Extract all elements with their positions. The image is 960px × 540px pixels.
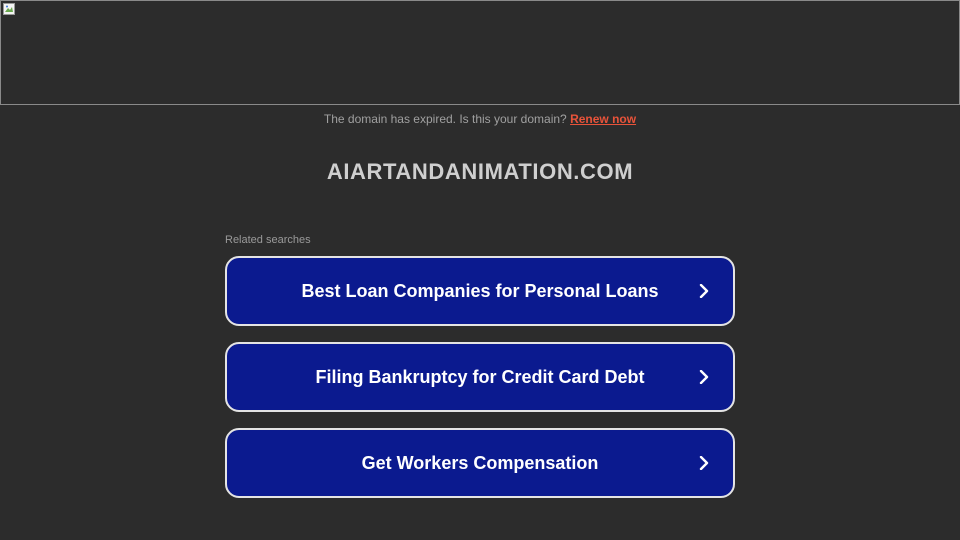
chevron-right-icon bbox=[699, 370, 709, 384]
related-searches-list: Best Loan Companies for Personal Loans F… bbox=[225, 256, 735, 514]
expired-notice: The domain has expired. Is this your dom… bbox=[0, 111, 960, 127]
expired-message: The domain has expired. Is this your dom… bbox=[323, 112, 567, 126]
related-search-item[interactable]: Get Workers Compensation bbox=[225, 428, 735, 498]
related-search-label: Best Loan Companies for Personal Loans bbox=[301, 281, 659, 301]
banner-image bbox=[0, 0, 960, 105]
related-search-item[interactable]: Filing Bankruptcy for Credit Card Debt bbox=[225, 342, 735, 412]
related-search-label: Filing Bankruptcy for Credit Card Debt bbox=[315, 367, 645, 387]
related-searches-label: Related searches bbox=[225, 234, 311, 246]
chevron-right-icon bbox=[699, 284, 709, 298]
domain-title: AIARTANDANIMATION.COM bbox=[326, 159, 634, 184]
related-search-item[interactable]: Best Loan Companies for Personal Loans bbox=[225, 256, 735, 326]
chevron-right-icon bbox=[699, 456, 709, 470]
renew-now-link[interactable]: Renew now bbox=[570, 112, 636, 126]
related-search-label: Get Workers Compensation bbox=[361, 453, 599, 473]
broken-image-icon bbox=[3, 3, 15, 15]
